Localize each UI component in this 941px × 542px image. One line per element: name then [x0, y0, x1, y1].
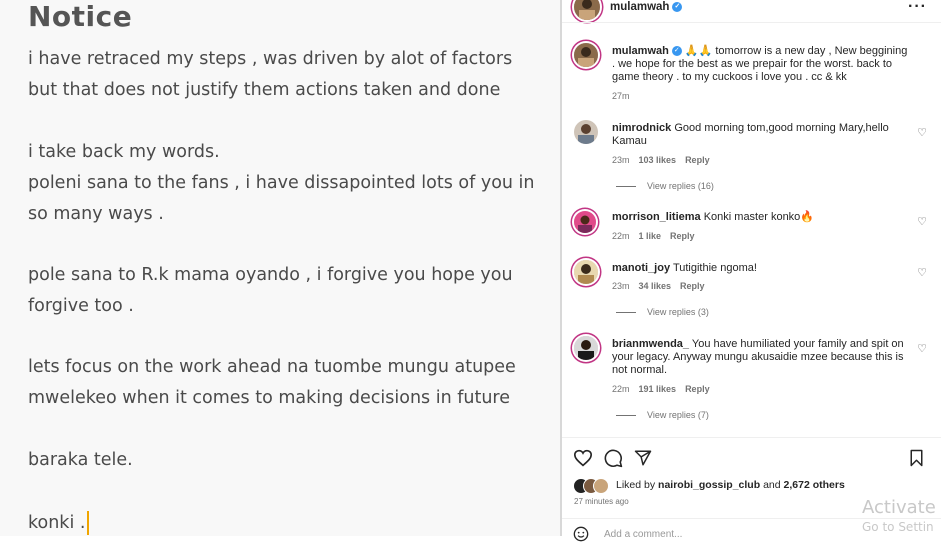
notice-panel: Notice i have retraced my steps , was dr… — [0, 0, 560, 536]
notice-line: but that does not justify them actions t… — [28, 80, 501, 100]
view-replies-label[interactable]: View replies (7) — [647, 410, 709, 420]
verified-icon: ✓ — [672, 1, 683, 12]
heart-icon[interactable] — [573, 449, 593, 467]
comment-meta: 22m 1 like Reply — [612, 231, 704, 241]
comment-likes[interactable]: 103 likes — [639, 155, 677, 165]
comment-time: 22m — [612, 384, 630, 394]
verified-icon: ✓ — [671, 46, 682, 57]
instagram-post-panel: mulamwah ✓ ··· mulamwah ✓ 🙏🙏 tomorrow is a… — [562, 0, 941, 542]
watermark-line1: Activate W — [862, 497, 941, 518]
comment-time: 23m — [612, 281, 630, 291]
view-replies-label[interactable]: View replies (3) — [647, 307, 709, 317]
activate-windows-watermark: Activate W Go to Settin — [862, 497, 941, 534]
comment-username[interactable]: manoti_joy — [612, 262, 670, 274]
comment-username[interactable]: morrison_litiema — [612, 211, 701, 223]
post-caption: mulamwah ✓ 🙏🙏 tomorrow is a new day , New… — [612, 45, 912, 84]
comment: brianmwenda_ You have humiliated your fa… — [612, 338, 912, 377]
comment-input[interactable]: Add a comment... — [604, 529, 682, 540]
text-cursor — [87, 511, 90, 535]
reply-button[interactable]: Reply — [680, 281, 705, 291]
view-replies-button[interactable]: View replies (3) — [616, 307, 709, 317]
liked-by-prefix: Liked by — [616, 479, 656, 491]
liked-by: Liked by nairobi_gossip_club and 2,672 o… — [616, 479, 845, 491]
avatar[interactable] — [574, 0, 600, 20]
avatar[interactable] — [574, 120, 598, 144]
caption-meta: 27m — [612, 91, 639, 101]
notice-line: pole sana to R.k mama oyando , i forgive… — [28, 265, 513, 285]
comment-meta: 23m 34 likes Reply — [612, 281, 714, 291]
post-username[interactable]: mulamwah — [610, 1, 669, 13]
share-icon[interactable] — [634, 449, 652, 467]
avatar — [593, 478, 609, 494]
caption-username[interactable]: mulamwah — [612, 45, 669, 57]
liked-by-others[interactable]: 2,672 others — [784, 479, 845, 491]
view-replies-label[interactable]: View replies (16) — [647, 181, 714, 191]
view-replies-button[interactable]: View replies (16) — [616, 181, 714, 191]
heart-icon[interactable]: ♡ — [917, 266, 927, 279]
reply-button[interactable]: Reply — [670, 231, 695, 241]
notice-signoff: konki . — [28, 511, 90, 535]
notice-title: Notice — [28, 0, 133, 33]
post-time: 27 minutes ago — [574, 497, 629, 506]
emoji-icon[interactable] — [573, 526, 589, 542]
comment-likes[interactable]: 34 likes — [639, 281, 672, 291]
comment-likes[interactable]: 191 likes — [639, 384, 677, 394]
heart-icon[interactable]: ♡ — [917, 126, 927, 139]
comment: nimrodnick Good morning tom,good morning… — [612, 122, 912, 148]
notice-line: baraka tele. — [28, 450, 133, 470]
avatar[interactable] — [574, 43, 598, 67]
more-icon[interactable]: ··· — [908, 0, 927, 16]
notice-line: poleni sana to the fans , i have dissapo… — [28, 173, 535, 193]
comment-text: Tutigithie ngoma! — [672, 262, 757, 274]
comment-username[interactable]: brianmwenda_ — [612, 338, 689, 350]
comment-time: 23m — [612, 155, 630, 165]
notice-line: i take back my words. — [28, 142, 220, 162]
heart-icon[interactable]: ♡ — [917, 215, 927, 228]
comment: manoti_joy Tutigithie ngoma! — [612, 262, 912, 275]
watermark-line2: Go to Settin — [862, 520, 934, 534]
comment-username[interactable]: nimrodnick — [612, 122, 671, 134]
avatar[interactable] — [574, 260, 598, 284]
comment-meta: 23m 103 likes Reply — [612, 155, 719, 165]
notice-line: i have retraced my steps , was driven by… — [28, 49, 513, 69]
notice-line: mwelekeo when it comes to making decisio… — [28, 388, 511, 408]
avatar[interactable] — [574, 336, 598, 360]
comment: morrison_litiema Konki master konko🔥 — [612, 211, 912, 224]
actions-divider — [562, 437, 941, 438]
notice-line: forgive too . — [28, 296, 134, 316]
liked-by-and: and — [763, 479, 781, 491]
reply-button[interactable]: Reply — [685, 155, 710, 165]
caption-time: 27m — [612, 91, 630, 101]
comment-likes[interactable]: 1 like — [639, 231, 662, 241]
notice-line: lets focus on the work ahead na tuombe m… — [28, 357, 516, 377]
comment-meta: 22m 191 likes Reply — [612, 384, 719, 394]
comment-text: Konki master konko🔥 — [703, 211, 814, 223]
view-replies-button[interactable]: View replies (7) — [616, 410, 709, 420]
header-divider — [562, 22, 941, 23]
bookmark-icon[interactable] — [909, 449, 924, 467]
liked-by-avatars — [573, 478, 613, 494]
comment-time: 22m — [612, 231, 630, 241]
heart-icon[interactable]: ♡ — [917, 342, 927, 355]
liked-by-user[interactable]: nairobi_gossip_club — [658, 479, 760, 491]
post-author[interactable]: mulamwah ✓ — [610, 1, 683, 13]
notice-line: konki . — [28, 513, 86, 533]
avatar[interactable] — [574, 211, 596, 233]
reply-button[interactable]: Reply — [685, 384, 710, 394]
notice-line: so many ways . — [28, 204, 164, 224]
comment-icon[interactable] — [604, 449, 623, 468]
